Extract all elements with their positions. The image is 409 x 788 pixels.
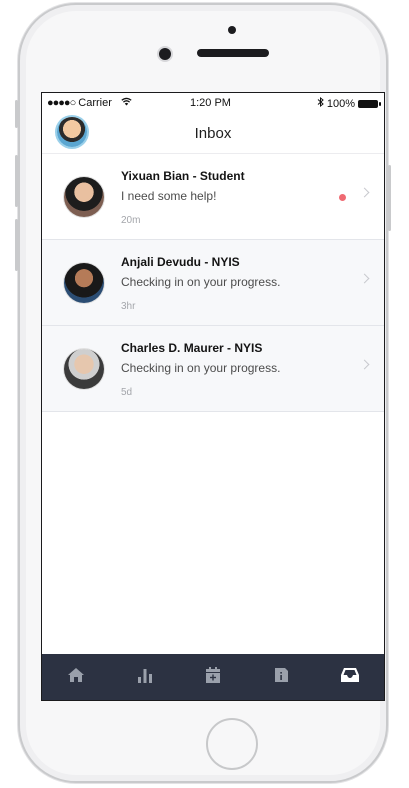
volume-down-button [15, 219, 18, 271]
message-time: 20m [121, 215, 141, 226]
avatar [64, 177, 104, 217]
message-preview: Checking in on your progress. [121, 275, 281, 289]
battery-icon [358, 99, 381, 108]
tab-bar [42, 654, 384, 700]
battery-percent: 100% [326, 97, 355, 110]
sender-name: Charles D. Maurer - NYIS [121, 341, 263, 355]
carrier-label: Carrier [78, 97, 112, 109]
clock: 1:20 PM [190, 97, 231, 109]
message-preview: Checking in on your progress. [121, 361, 281, 375]
chevron-right-icon [359, 273, 370, 284]
proximity-sensor [228, 26, 236, 34]
chevron-right-icon [359, 187, 370, 198]
signal-strength-icon: ●●●●○ [47, 97, 76, 109]
phone-screen: ●●●●○ Carrier 1:20 PM 100% Inbox Yixuan … [41, 92, 385, 701]
unread-indicator [339, 194, 346, 201]
mute-switch [15, 100, 18, 128]
conversation-row[interactable]: Yixuan Bian - Student I need some help! … [42, 154, 384, 240]
calendar-add-icon [204, 666, 222, 689]
battery-status: 100% [317, 96, 381, 110]
avatar [64, 349, 104, 389]
info-icon [272, 666, 290, 689]
page-title: Inbox [194, 125, 232, 142]
inbox-icon [340, 667, 360, 688]
conversation-row[interactable]: Charles D. Maurer - NYIS Checking in on … [42, 326, 384, 412]
front-camera [159, 48, 171, 60]
tab-home[interactable] [56, 657, 96, 697]
power-button [388, 165, 391, 231]
tab-progress[interactable] [125, 657, 165, 697]
wifi-icon [121, 97, 132, 109]
message-time: 5d [121, 387, 133, 398]
volume-up-button [15, 155, 18, 207]
avatar [64, 263, 104, 303]
tab-calendar[interactable] [193, 657, 233, 697]
carrier-info: ●●●●○ Carrier [47, 97, 132, 109]
tab-inbox[interactable] [330, 657, 370, 697]
home-button[interactable] [206, 718, 258, 770]
message-preview: I need some help! [121, 189, 217, 203]
tab-info[interactable] [261, 657, 301, 697]
status-bar: ●●●●○ Carrier 1:20 PM 100% [42, 93, 384, 113]
chevron-right-icon [359, 359, 370, 370]
conversation-list: Yixuan Bian - Student I need some help! … [42, 154, 384, 412]
bar-chart-icon [136, 667, 154, 688]
earpiece-speaker [197, 49, 269, 57]
bluetooth-icon [317, 96, 324, 110]
message-time: 3hr [121, 301, 136, 312]
home-icon [67, 667, 85, 688]
sender-name: Yixuan Bian - Student [121, 169, 245, 183]
sender-name: Anjali Devudu - NYIS [121, 255, 240, 269]
conversation-row[interactable]: Anjali Devudu - NYIS Checking in on your… [42, 240, 384, 326]
navigation-bar: Inbox [42, 113, 384, 154]
